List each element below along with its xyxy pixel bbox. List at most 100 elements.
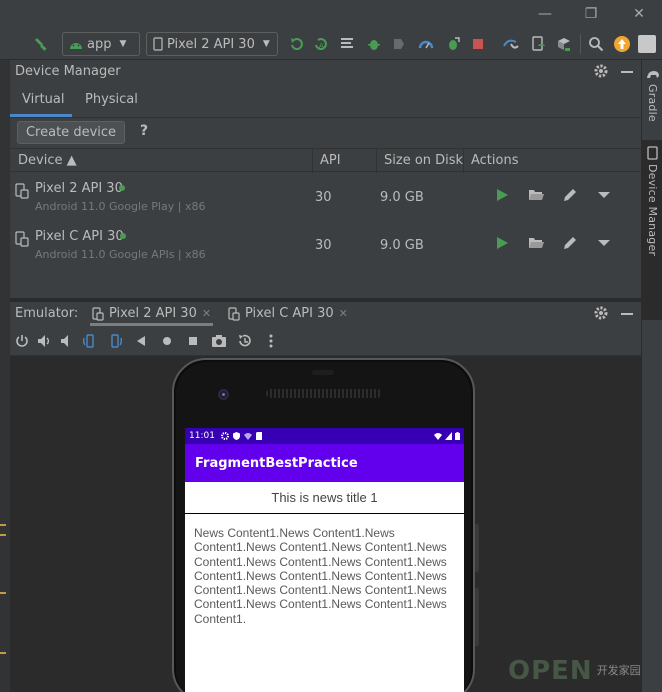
column-api[interactable]: API	[320, 153, 341, 168]
column-device[interactable]: Device ▲	[18, 153, 77, 168]
run-play-icon[interactable]	[494, 235, 510, 251]
phone-screen[interactable]: 11:01 FragmentBestPractice This is news …	[185, 428, 464, 692]
watermark-text: OPEN	[508, 656, 593, 686]
stop-icon[interactable]	[469, 35, 487, 53]
emulator-tab-pixel-c[interactable]: Pixel C API 30 ✕	[228, 306, 348, 321]
emulator-header: Emulator: Pixel 2 API 30 ✕ Pixel C API 3…	[10, 302, 641, 326]
emulator-tab-label: Pixel C API 30	[245, 306, 334, 321]
close-tab-icon[interactable]: ✕	[339, 307, 348, 320]
device-manager-panel: Device Manager Virtual Physical Create d…	[10, 60, 641, 298]
camera-lens	[222, 393, 225, 396]
watermark-caption: 开发家园	[596, 664, 641, 677]
edit-pencil-icon[interactable]	[562, 187, 578, 203]
volume-down-icon[interactable]	[59, 333, 75, 349]
minimize-panel-icon[interactable]	[621, 71, 633, 73]
column-divider	[463, 149, 464, 173]
home-icon[interactable]	[159, 333, 175, 349]
virtual-device-icon	[15, 183, 29, 199]
phone-icon	[153, 37, 163, 51]
more-dropdown-icon[interactable]	[596, 235, 612, 251]
device-tabs: Virtual Physical	[10, 88, 641, 118]
left-gutter	[0, 60, 10, 692]
help-button[interactable]: ?	[140, 123, 148, 139]
folder-open-icon[interactable]	[528, 235, 544, 251]
search-icon[interactable]	[587, 35, 605, 53]
device-api: 30	[315, 238, 332, 253]
build-hammer-icon[interactable]	[33, 35, 51, 53]
settings-gear-icon[interactable]	[594, 306, 608, 324]
logcat-icon[interactable]	[339, 35, 357, 53]
rotate-left-icon[interactable]	[82, 333, 98, 349]
screenshot-camera-icon[interactable]	[211, 333, 227, 349]
gutter-marker	[0, 592, 6, 594]
device-subtitle: Android 11.0 Google APIs | x86	[35, 248, 206, 261]
title-bar: — ❐ ✕	[0, 0, 662, 28]
snapshot-icon[interactable]	[237, 333, 253, 349]
close-tab-icon[interactable]: ✕	[202, 307, 211, 320]
sdk-manager-icon[interactable]	[555, 35, 573, 53]
device-select[interactable]: Pixel 2 API 30 ▼	[146, 32, 278, 56]
settings-gear-icon[interactable]	[594, 64, 608, 82]
device-name: Pixel 2 API 30	[35, 181, 123, 196]
profile-icon[interactable]	[390, 35, 408, 53]
update-icon[interactable]	[613, 35, 631, 53]
apply-code-changes-icon[interactable]: A	[312, 35, 330, 53]
sync-gradle-icon[interactable]	[502, 35, 520, 53]
device-subtitle: Android 11.0 Google Play | x86	[35, 200, 206, 213]
wifi-status-icon	[243, 433, 252, 440]
battery-icon	[455, 432, 460, 440]
online-status-dot	[119, 185, 125, 191]
device-manager-header: Device Manager	[10, 60, 641, 84]
apply-changes-icon[interactable]	[288, 35, 306, 53]
more-dropdown-icon[interactable]	[596, 187, 612, 203]
tab-physical[interactable]: Physical	[85, 92, 138, 107]
folder-open-icon[interactable]	[528, 187, 544, 203]
status-time: 11:01	[189, 431, 215, 441]
emulator-label: Emulator:	[15, 306, 79, 321]
chevron-down-icon: ▼	[262, 39, 270, 49]
column-size[interactable]: Size on Disk	[384, 153, 463, 168]
attach-debugger-icon[interactable]	[444, 35, 462, 53]
watermark-logo: OPEN 开发家园	[508, 654, 658, 688]
device-manager-tab-icon	[646, 146, 658, 160]
column-actions: Actions	[471, 153, 519, 168]
phone-power-button	[475, 524, 479, 572]
device-table-header: Device ▲ API Size on Disk Actions	[10, 148, 641, 173]
debug-bug-icon[interactable]	[365, 35, 383, 53]
active-tab-indicator	[10, 114, 72, 117]
gutter-marker	[0, 534, 6, 536]
volume-up-icon[interactable]	[37, 333, 53, 349]
table-row[interactable]: Pixel 2 API 30 Android 11.0 Google Play …	[10, 173, 641, 221]
back-icon[interactable]	[133, 333, 149, 349]
android-icon	[70, 43, 82, 49]
power-icon[interactable]	[14, 333, 30, 349]
column-divider	[312, 149, 313, 173]
restore-icon[interactable]: ❐	[576, 4, 606, 24]
run-play-icon[interactable]	[494, 187, 510, 203]
minimize-icon[interactable]: —	[530, 4, 560, 24]
create-device-button[interactable]: Create device	[17, 121, 125, 144]
tab-virtual[interactable]: Virtual	[22, 92, 64, 107]
gradle-elephant-icon	[646, 71, 659, 78]
news-title[interactable]: This is news title 1	[185, 482, 464, 514]
more-options-icon[interactable]	[263, 333, 279, 349]
minimize-panel-icon[interactable]	[621, 313, 633, 315]
virtual-device-icon	[228, 306, 240, 321]
overview-icon[interactable]	[185, 333, 201, 349]
device-manager-icon[interactable]	[529, 35, 547, 53]
rotate-right-icon[interactable]	[107, 333, 123, 349]
device-manager-tab-label: Device Manager	[646, 164, 659, 257]
emulator-tab-pixel-2[interactable]: Pixel 2 API 30 ✕	[92, 306, 211, 321]
close-icon[interactable]: ✕	[624, 4, 654, 24]
sd-card-icon	[255, 432, 262, 440]
run-config-select[interactable]: app ▼	[62, 32, 140, 56]
gutter-marker	[0, 524, 6, 526]
user-avatar-icon[interactable]	[638, 35, 656, 53]
wifi-icon	[434, 433, 442, 440]
gradle-tool-tab[interactable]: Gradle	[642, 68, 662, 122]
table-row[interactable]: Pixel C API 30 Android 11.0 Google APIs …	[10, 221, 641, 269]
profiler-gauge-icon[interactable]	[417, 35, 435, 53]
edit-pencil-icon[interactable]	[562, 235, 578, 251]
chevron-down-icon: ▼	[119, 39, 127, 49]
device-manager-tool-tab[interactable]: Device Manager	[642, 140, 662, 320]
